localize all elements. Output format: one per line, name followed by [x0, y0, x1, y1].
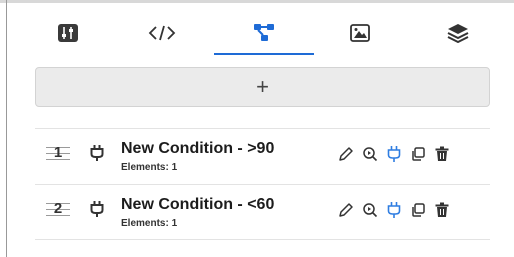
add-condition-button[interactable]: + — [35, 67, 490, 107]
edit-button[interactable] — [334, 146, 358, 166]
trash-icon — [434, 146, 450, 167]
delete-button[interactable] — [430, 146, 454, 166]
copy-icon — [410, 146, 426, 167]
row-actions — [334, 201, 454, 224]
layers-icon — [447, 23, 469, 43]
trash-icon — [434, 202, 450, 223]
left-divider — [6, 0, 7, 257]
condition-title: New Condition - <60 — [121, 196, 275, 213]
pencil-icon — [338, 202, 354, 223]
delete-button[interactable] — [430, 202, 454, 222]
tab-conditions[interactable] — [214, 12, 314, 55]
row-index: 2 — [53, 200, 63, 217]
zoom-icon — [362, 202, 378, 223]
inspect-button[interactable] — [358, 146, 382, 166]
code-icon — [148, 24, 176, 42]
sliders-icon — [57, 23, 79, 43]
tab-layers[interactable] — [408, 12, 508, 54]
plug-icon — [90, 144, 104, 167]
tab-settings[interactable] — [18, 12, 118, 54]
tab-bar — [18, 12, 500, 55]
row-index: 1 — [53, 144, 63, 161]
tab-code[interactable] — [112, 12, 212, 54]
plug-outline-icon — [387, 145, 401, 168]
top-divider — [0, 0, 514, 3]
conditions-panel: + 1 New Condition - >90 Elements: 1 2 Ne… — [0, 0, 514, 257]
list-item[interactable]: 1 New Condition - >90 Elements: 1 — [35, 128, 490, 184]
condition-subtitle: Elements: 1 — [121, 218, 178, 229]
zoom-icon — [362, 146, 378, 167]
plug-outline-icon — [387, 201, 401, 224]
duplicate-button[interactable] — [406, 146, 430, 166]
connect-button[interactable] — [382, 201, 406, 224]
drag-handle[interactable]: 2 — [46, 198, 70, 220]
drag-handle[interactable]: 1 — [46, 142, 70, 164]
inspect-button[interactable] — [358, 202, 382, 222]
connect-button[interactable] — [382, 145, 406, 168]
plus-icon: + — [256, 74, 269, 99]
duplicate-button[interactable] — [406, 202, 430, 222]
condition-title: New Condition - >90 — [121, 140, 275, 157]
pencil-icon — [338, 146, 354, 167]
edit-button[interactable] — [334, 202, 358, 222]
tab-image[interactable] — [310, 12, 410, 54]
copy-icon — [410, 202, 426, 223]
image-icon — [349, 23, 371, 43]
conditions-list: 1 New Condition - >90 Elements: 1 2 New … — [35, 128, 490, 240]
list-item[interactable]: 2 New Condition - <60 Elements: 1 — [35, 184, 490, 240]
plug-icon — [90, 200, 104, 223]
row-actions — [334, 145, 454, 168]
graph-nodes-icon — [253, 23, 275, 43]
active-tab-indicator — [214, 53, 314, 55]
condition-subtitle: Elements: 1 — [121, 162, 178, 173]
